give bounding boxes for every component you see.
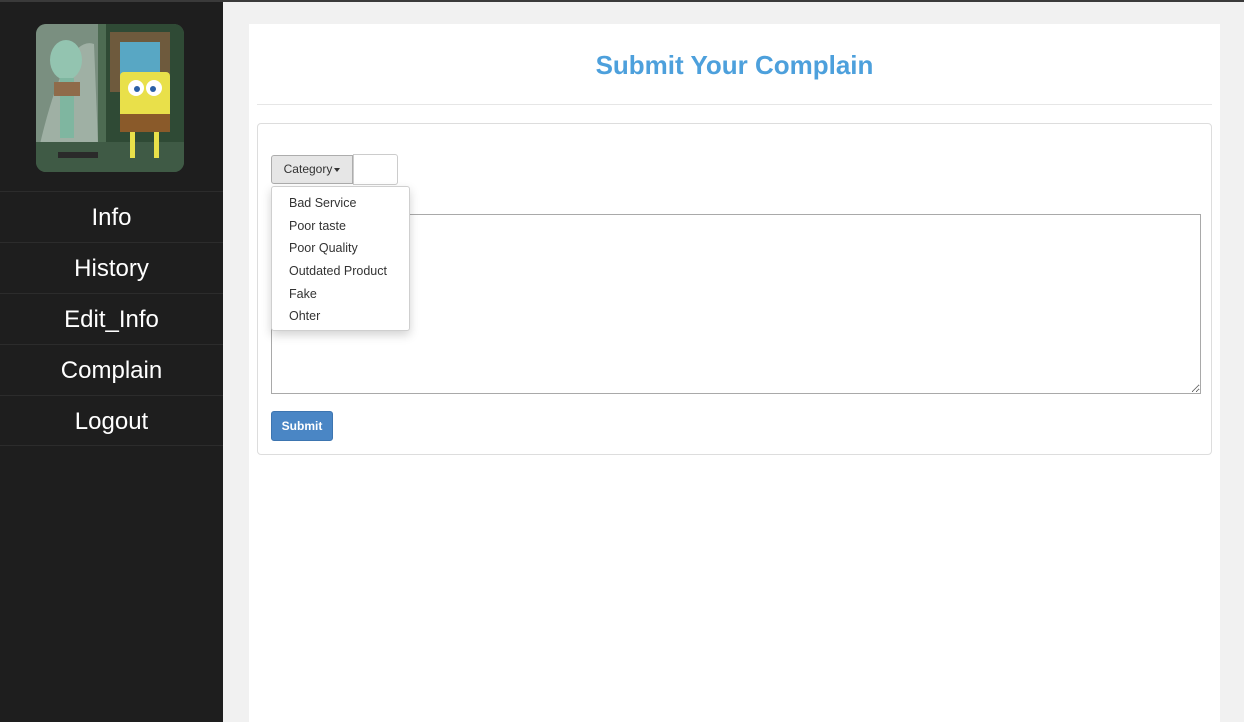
dropdown-option-bad-service[interactable]: Bad Service: [272, 192, 409, 215]
dropdown-option-fake[interactable]: Fake: [272, 283, 409, 306]
complain-textarea[interactable]: [271, 214, 1201, 394]
caret-down-icon: [334, 167, 341, 172]
dropdown-option-other[interactable]: Ohter: [272, 305, 409, 328]
category-dropdown-menu: Bad Service Poor taste Poor Quality Outd…: [271, 186, 410, 331]
category-dropdown-button[interactable]: Category: [271, 155, 353, 184]
page-title: Submit Your Complain: [595, 50, 874, 80]
avatar-image: [36, 24, 184, 172]
category-button-label: Category: [283, 162, 333, 176]
sidebar-item-info[interactable]: Info: [0, 191, 223, 242]
sidebar-item-complain[interactable]: Complain: [0, 344, 223, 395]
dropdown-option-poor-quality[interactable]: Poor Quality: [272, 237, 409, 260]
dropdown-option-outdated-product[interactable]: Outdated Product: [272, 260, 409, 283]
main-content: Submit Your Complain Category nt Submit: [249, 24, 1220, 722]
sidebar: Info History Edit_Info Complain Logout: [0, 2, 223, 722]
dropdown-option-poor-taste[interactable]: Poor taste: [272, 215, 409, 238]
sidebar-item-edit-info[interactable]: Edit_Info: [0, 293, 223, 344]
title-divider: [257, 104, 1212, 105]
sidebar-item-history[interactable]: History: [0, 242, 223, 293]
sidebar-nav: Info History Edit_Info Complain Logout: [0, 191, 223, 446]
submit-button[interactable]: Submit: [271, 411, 333, 441]
avatar[interactable]: [36, 24, 184, 172]
sidebar-item-logout[interactable]: Logout: [0, 395, 223, 446]
category-input[interactable]: [353, 154, 398, 185]
